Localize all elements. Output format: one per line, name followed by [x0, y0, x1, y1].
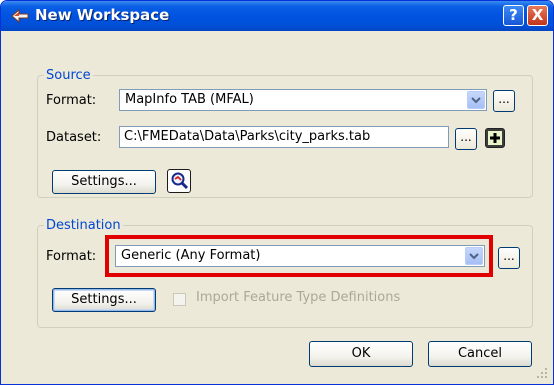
destination-format-label: Format: — [46, 249, 97, 264]
source-dataset-value: C:\FMEData\Data\Parks\city_parks.tab — [124, 129, 371, 144]
source-format-browse-button[interactable]: ... — [493, 90, 515, 112]
title-bar[interactable]: New Workspace ? X — [1, 1, 553, 31]
source-format-value: MapInfo TAB (MFAL) — [125, 92, 254, 107]
resize-grip-icon[interactable] — [536, 367, 548, 379]
window-title: New Workspace — [35, 6, 170, 24]
source-format-label: Format: — [46, 93, 97, 108]
source-format-select[interactable]: MapInfo TAB (MFAL) — [119, 89, 487, 111]
import-feature-types-checkbox[interactable] — [173, 293, 186, 306]
chevron-down-icon[interactable] — [465, 247, 483, 265]
magnifier-icon — [171, 172, 189, 190]
new-workspace-dialog: New Workspace ? X Source Format: MapInfo… — [0, 0, 554, 385]
source-legend: Source — [46, 68, 91, 83]
dialog-body: Source Format: MapInfo TAB (MFAL) ... Da… — [4, 31, 550, 381]
destination-format-browse-button[interactable]: ... — [498, 247, 520, 269]
destination-format-select[interactable]: Generic (Any Format) — [115, 245, 485, 267]
source-dataset-field[interactable]: C:\FMEData\Data\Parks\city_parks.tab — [119, 126, 449, 148]
destination-legend: Destination — [46, 218, 121, 233]
plus-icon — [488, 131, 502, 145]
source-dataset-browse-button[interactable]: ... — [455, 128, 477, 150]
ok-button[interactable]: OK — [309, 341, 413, 367]
source-dataset-label: Dataset: — [46, 130, 102, 145]
fme-logo-icon — [11, 8, 29, 24]
inspect-button[interactable] — [167, 169, 191, 193]
chevron-down-icon[interactable] — [467, 91, 485, 109]
source-settings-button[interactable]: Settings... — [52, 170, 156, 194]
destination-format-value: Generic (Any Format) — [121, 248, 261, 263]
close-button[interactable]: X — [527, 5, 548, 26]
cancel-button[interactable]: Cancel — [428, 341, 532, 367]
import-feature-types-label: Import Feature Type Definitions — [196, 290, 401, 305]
destination-settings-button[interactable]: Settings... — [52, 288, 156, 312]
help-button[interactable]: ? — [503, 5, 524, 26]
add-dataset-button[interactable] — [485, 128, 505, 148]
